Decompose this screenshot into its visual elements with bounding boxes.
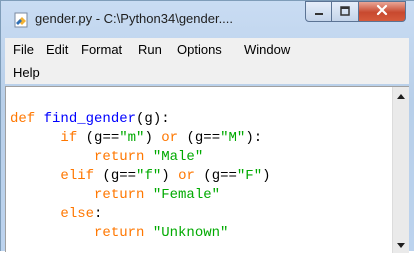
string-literal: "Male" [152,149,204,165]
code-text-segment: (g== [94,168,137,184]
menu-options[interactable]: Options [177,42,222,57]
code-text-segment: ) [262,168,271,184]
code-text[interactable]: def find_gender(g): if (g=="m") or (g=="… [10,91,271,262]
keyword: or [161,130,179,146]
window-title: gender.py - C:\Python34\gender.... [35,11,234,26]
code-line-5: return "Female" [10,187,220,203]
menu-help[interactable]: Help [13,65,40,80]
code-line-6: else: [10,206,102,222]
python-file-icon [13,12,31,28]
editor-area[interactable]: def find_gender(g): if (g=="m") or (g=="… [5,86,409,253]
code-line-3: return "Male" [10,149,203,165]
menu-run[interactable]: Run [138,42,162,57]
menu-window[interactable]: Window [244,42,290,57]
idle-editor-window: gender.py - C:\Python34\gender.... File … [0,0,414,253]
menu-file[interactable]: File [13,42,34,57]
code-line-2: if (g=="m") or (g=="M"): [10,130,262,146]
caption-buttons [305,1,409,23]
arrow-up-icon [396,87,406,105]
code-line-7: return "Unknown" [10,225,228,241]
code-text-segment: (g): [136,111,170,127]
code-line-1: def find_gender(g): [10,111,170,127]
scroll-up-button[interactable] [393,87,409,104]
menu-edit[interactable]: Edit [46,42,68,57]
close-icon [376,3,388,21]
maximize-button[interactable] [332,1,359,22]
menu-bar: File Edit Format Run Options Window Help [5,38,409,84]
code-text-segment: (g== [77,130,120,146]
maximize-icon [340,3,350,21]
code-text-segment: ) [161,168,179,184]
string-literal: "Unknown" [152,225,229,241]
keyword: return [94,187,153,203]
keyword: elif [60,168,95,184]
keyword: return [94,225,153,241]
code-text-segment: : [94,206,103,222]
close-button[interactable] [359,1,406,22]
minimize-button[interactable] [305,1,332,22]
title-bar[interactable]: gender.py - C:\Python34\gender.... [1,1,414,38]
minimize-icon [314,3,324,21]
string-literal: "Female" [152,187,221,203]
scroll-down-button[interactable] [393,236,409,253]
vertical-scrollbar[interactable] [392,87,409,253]
keyword: else [60,206,95,222]
keyword: return [94,149,153,165]
code-line-4: elif (g=="f") or (g=="F") [10,168,271,184]
code-text-segment: (g== [194,168,237,184]
code-text-segment: ) [144,130,162,146]
code-text-segment: (g== [178,130,221,146]
string-literal: "m" [119,130,145,146]
keyword: def [10,111,44,127]
string-literal: "f" [136,168,162,184]
keyword: or [178,168,195,184]
menu-format[interactable]: Format [81,42,122,57]
function-name: find_gender [43,111,137,127]
keyword: if [60,130,78,146]
string-literal: "F" [236,168,263,184]
code-text-segment: ): [245,130,263,146]
string-literal: "M" [220,130,246,146]
